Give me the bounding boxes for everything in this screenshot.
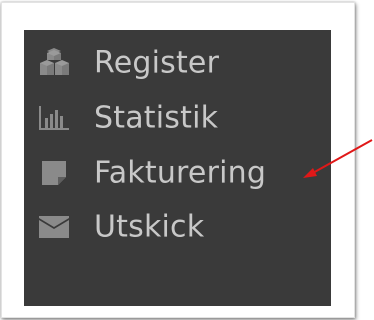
sidebar-item-statistik[interactable]: Statistik — [24, 91, 304, 145]
sidebar-item-utskick[interactable]: Utskick — [24, 200, 304, 254]
screenshot-frame: Register Statistik Fakturering Utskick — [1, 2, 355, 318]
sidebar-item-label: Utskick — [94, 209, 205, 245]
sidebar-item-register[interactable]: Register — [24, 36, 304, 90]
sidebar-menu: Register Statistik Fakturering Utskick — [24, 30, 331, 306]
sidebar-item-label: Fakturering — [94, 155, 267, 191]
sidebar-item-fakturering[interactable]: Fakturering — [24, 146, 304, 200]
sticky-note-icon — [34, 156, 74, 190]
sidebar-item-label: Statistik — [94, 100, 219, 136]
cubes-icon — [34, 46, 74, 80]
bar-chart-icon — [34, 101, 74, 135]
sidebar-item-label: Register — [94, 45, 220, 81]
envelope-icon — [34, 210, 74, 244]
